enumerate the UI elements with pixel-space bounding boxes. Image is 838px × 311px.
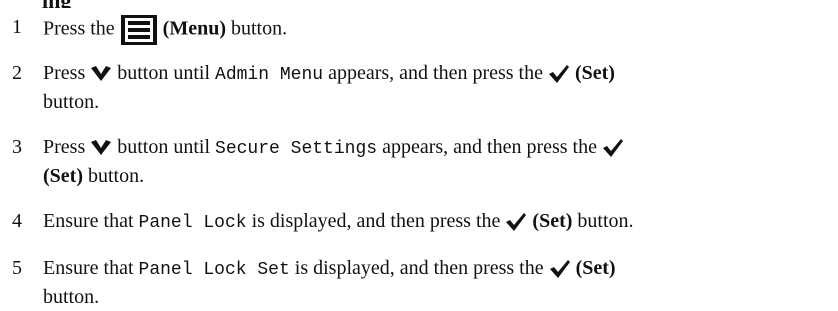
- chevron-down-icon: [90, 139, 112, 157]
- step-text: Ensure that Panel Lock is displayed, and…: [43, 208, 824, 237]
- step-number: 4: [12, 210, 22, 232]
- step-text-appears: appears, and then press the: [377, 136, 602, 158]
- step-number: 3: [12, 136, 22, 158]
- menu-name-code: Secure Settings: [215, 139, 378, 159]
- set-button-label: (Set): [43, 165, 83, 187]
- step-number: 2: [12, 62, 22, 84]
- step-text-ensure: Ensure that: [43, 257, 139, 279]
- step-text-end: button.: [572, 210, 634, 232]
- set-button-label: (Set): [574, 62, 615, 84]
- step-text-end: button.: [82, 165, 145, 187]
- checkmark-icon: [548, 64, 570, 84]
- step-text-end: button.: [43, 91, 100, 113]
- menu-name-code: Panel Lock: [138, 213, 247, 233]
- instruction-steps: 1 Press the (Menu) button. 2 Press butto…: [0, 0, 838, 310]
- menu-icon: [120, 14, 158, 46]
- step-text-mid: button until: [112, 136, 216, 158]
- step-text-end: button.: [43, 286, 100, 308]
- step-text-press: Press: [43, 62, 91, 84]
- set-button-label: (Set): [532, 210, 573, 232]
- step-text-appears: appears, and then press the: [323, 62, 548, 84]
- step-text-displayed: is displayed, and then press the: [289, 257, 549, 279]
- set-button-label: (Set): [575, 257, 616, 279]
- step-text: Press button until Secure Settings appea…: [43, 134, 824, 190]
- step-text-end: button.: [226, 17, 288, 40]
- menu-name-code: Admin Menu: [215, 65, 324, 85]
- step-text: Press button until Admin Menu appears, a…: [43, 60, 824, 116]
- step-text-press: Press the: [43, 17, 120, 40]
- step-text-press: Press: [43, 136, 91, 158]
- step-text: Ensure that Panel Lock Set is displayed,…: [43, 255, 824, 311]
- step-text-mid: button until: [112, 62, 216, 84]
- checkmark-icon: [549, 259, 571, 279]
- step-number: 1: [12, 16, 22, 38]
- menu-button-label: (Menu): [162, 17, 226, 40]
- step-text: Press the (Menu) button.: [43, 14, 824, 46]
- step-text-displayed: is displayed, and then press the: [246, 210, 506, 232]
- step-number: 5: [12, 257, 22, 279]
- checkmark-icon: [505, 212, 527, 232]
- chevron-down-icon: [90, 65, 112, 83]
- menu-name-code: Panel Lock Set: [138, 260, 290, 280]
- step-text-ensure: Ensure that: [43, 210, 139, 232]
- checkmark-icon: [602, 138, 624, 158]
